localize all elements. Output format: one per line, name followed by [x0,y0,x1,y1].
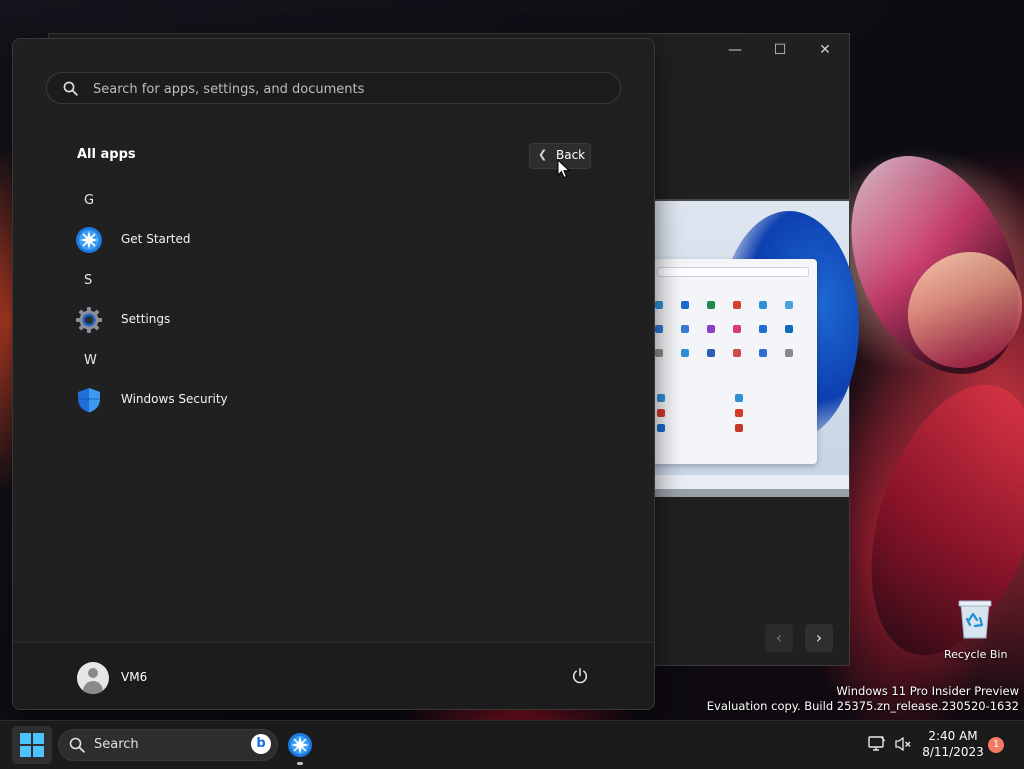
power-icon[interactable] [571,667,589,685]
mini-app-icon [735,424,743,432]
mini-app-icon [707,325,715,333]
mini-app-icon [707,349,715,357]
app-windows-security[interactable]: Windows Security [75,382,615,418]
mini-app-icon [785,325,793,333]
next-button[interactable]: › [805,624,833,652]
group-letter-s[interactable]: S [84,273,92,288]
app-settings[interactable]: Settings [75,302,615,338]
mini-app-icon [655,325,663,333]
search-icon [63,81,78,96]
minimize-button[interactable]: — [725,42,745,58]
all-apps-title: All apps [77,147,136,162]
mini-app-icon [681,301,689,309]
evaluation-watermark: Windows 11 Pro Insider Preview Evaluatio… [707,684,1019,714]
start-button[interactable] [12,726,52,764]
watermark-line-2: Evaluation copy. Build 25375.zn_release.… [706,699,1019,713]
bing-icon[interactable]: b [251,734,271,754]
user-name[interactable]: VM6 [121,670,147,684]
app-name: Settings [121,312,171,326]
taskbar-get-started[interactable] [286,731,314,765]
volume-muted-icon[interactable] [894,736,912,752]
mini-app-icon [759,349,767,357]
mini-app-icon [707,301,715,309]
group-letter-g[interactable]: G [84,193,94,208]
recycle-bin-icon [958,600,992,639]
running-indicator [297,762,303,765]
laptop-base [653,489,849,497]
start-menu-footer: VM6 [13,642,654,709]
taskbar: Search b 2:40 AM 8/11/2023 1 [0,720,1024,769]
group-letter-w[interactable]: W [84,353,97,368]
previous-button[interactable]: ‹ [765,624,793,652]
clock-time: 2:40 AM [928,729,978,743]
mini-app-icon [733,301,741,309]
recycle-bin[interactable]: Recycle Bin [944,598,1008,661]
mini-app-icon [733,349,741,357]
clock-date: 8/11/2023 [922,745,984,759]
mini-app-icon [735,409,743,417]
watermark-line-1: Windows 11 Pro Insider Preview [836,684,1019,698]
avatar-head [88,668,98,678]
app-get-started[interactable]: Get Started [75,222,615,258]
mini-app-icon [655,301,663,309]
user-avatar[interactable] [77,662,109,694]
chevron-left-icon: ❮ [538,148,548,161]
start-search-box[interactable] [46,72,621,104]
taskbar-search[interactable]: Search b [58,729,278,761]
mouse-cursor-icon [557,159,571,179]
recycle-bin-label: Recycle Bin [944,648,1008,661]
mini-start-menu [653,259,817,464]
mini-app-icon [657,409,665,417]
clock[interactable]: 2:40 AM 8/11/2023 [920,728,986,760]
avatar-body [83,681,103,694]
search-input[interactable] [91,77,595,101]
app-name: Windows Security [121,392,228,406]
search-icon [69,737,85,753]
mini-app-icon [681,325,689,333]
settings-gear-icon [76,307,102,333]
mini-app-icon [735,394,743,402]
windows-preview-image [653,199,859,497]
mini-app-icon [657,424,665,432]
close-button[interactable]: ✕ [815,42,835,58]
mini-app-icon [759,301,767,309]
get-started-icon [76,227,102,253]
mini-search-bar [657,267,809,277]
taskbar-search-label: Search [94,737,139,752]
mini-app-icon [759,325,767,333]
start-menu: All apps ❮ Back G Get Started S [12,38,655,710]
mini-app-icon [785,301,793,309]
mini-app-icon [681,349,689,357]
shield-icon [78,388,100,413]
maximize-button[interactable]: ☐ [770,42,790,58]
notification-badge[interactable]: 1 [988,737,1004,753]
mini-taskbar [653,475,849,489]
get-started-icon [288,733,312,757]
network-icon[interactable] [868,736,886,752]
windows-logo-icon [20,733,44,757]
mini-app-icon [785,349,793,357]
mini-app-icon [733,325,741,333]
mini-app-icon [655,349,663,357]
mini-app-icon [657,394,665,402]
app-name: Get Started [121,232,191,246]
